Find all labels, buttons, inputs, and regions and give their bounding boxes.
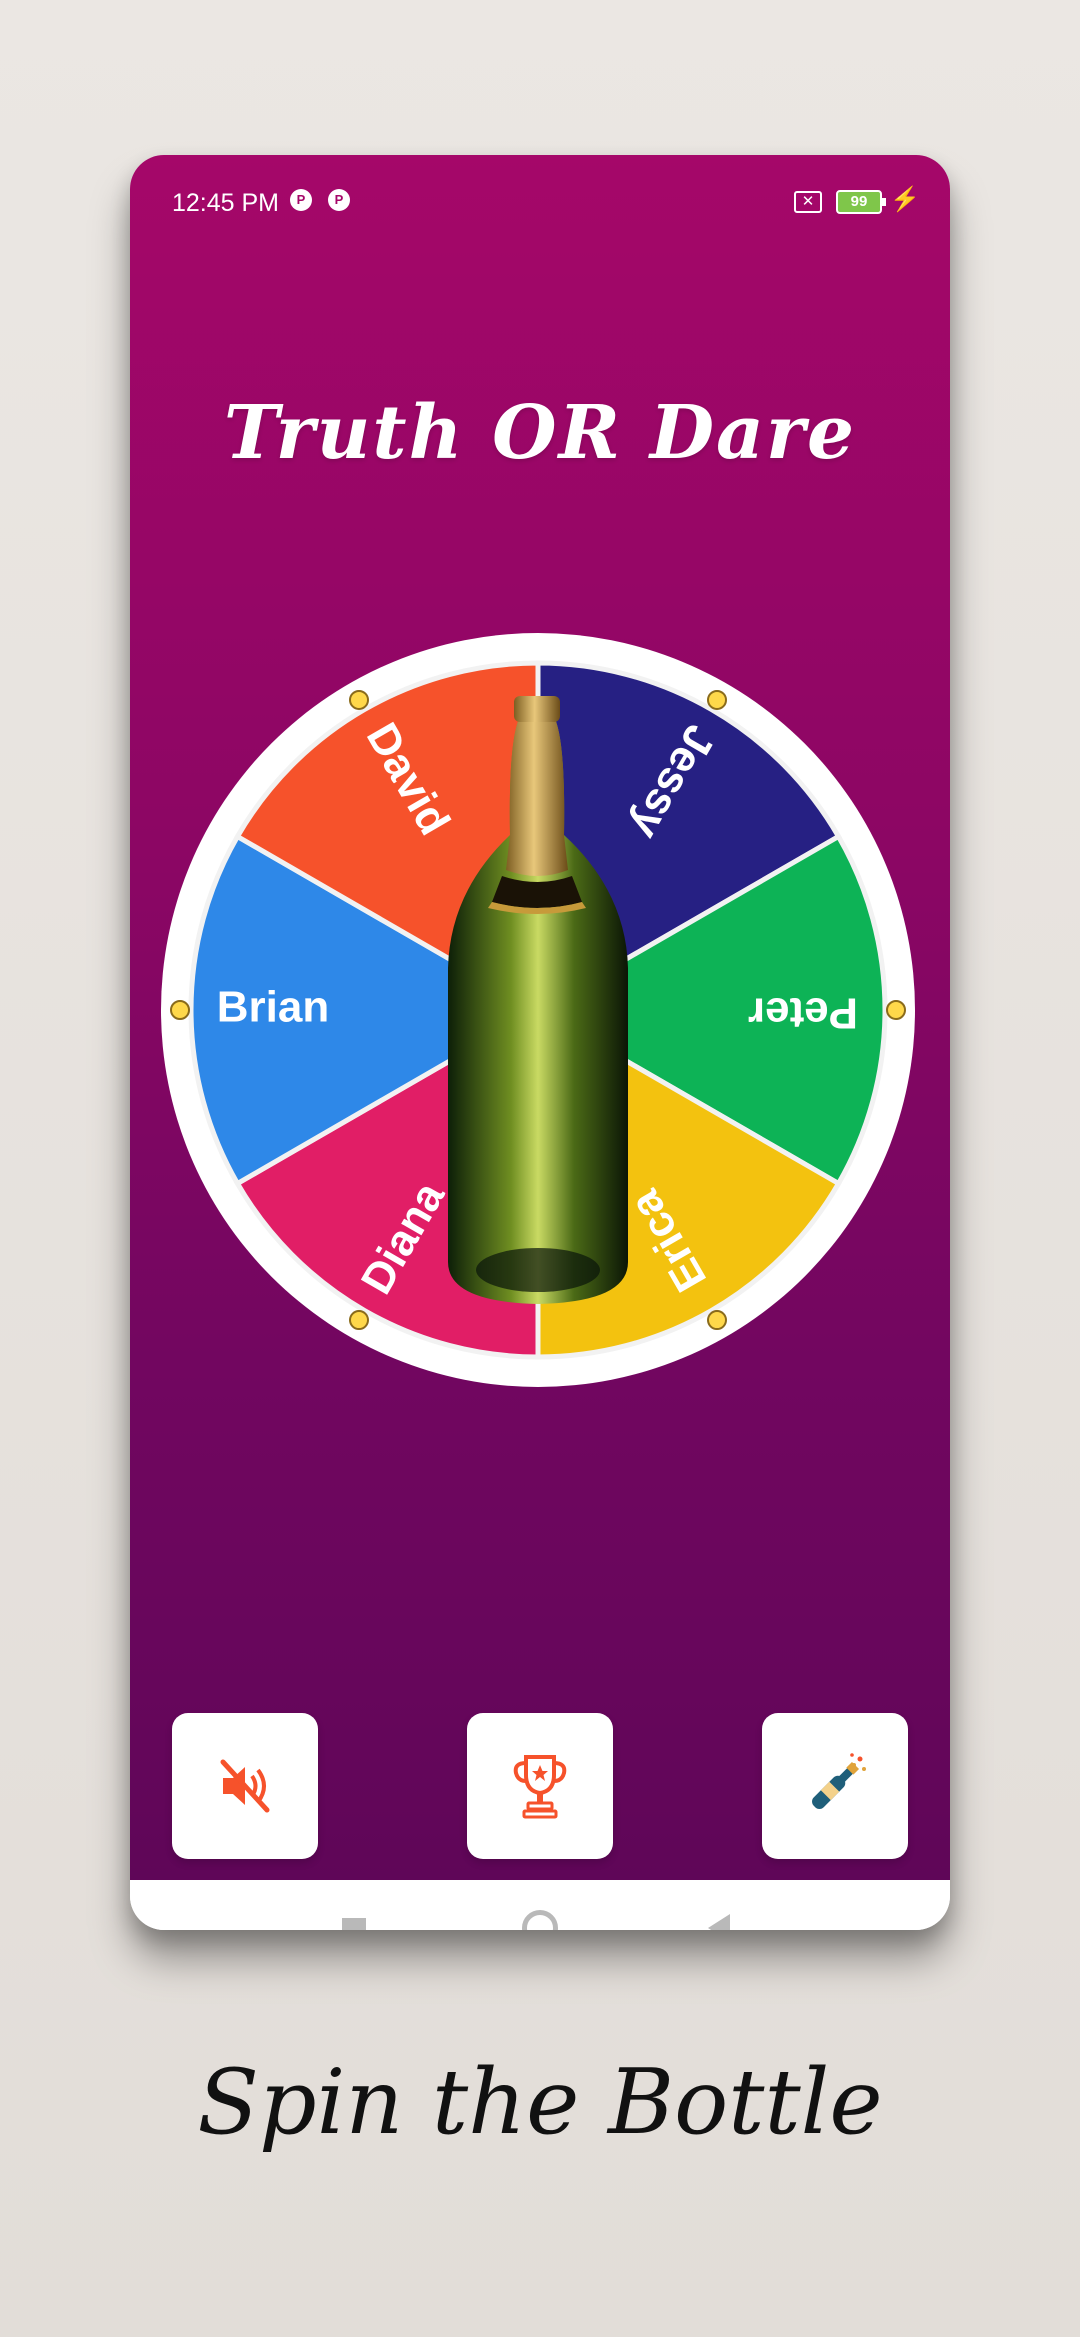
mute-icon [220,1759,270,1813]
wheel-graphic: JessyPeterEricaDianaBrianDavid [161,633,915,1387]
system-nav-bar [130,1880,950,1930]
mute-button[interactable] [172,1713,318,1859]
home-button[interactable] [522,1910,558,1930]
status-bar: 12:45 PM P P ✕ 99 ⚡ [130,155,950,245]
trophy-icon [513,1755,567,1819]
recents-button[interactable] [342,1918,366,1930]
wheel-peg [886,1000,906,1020]
status-time: 12:45 PM [172,189,280,217]
wheel-peg [707,1310,727,1331]
notification-icon: P [290,189,312,211]
wheel-peg [349,1310,369,1331]
wheel-peg [707,689,727,710]
wheel-peg [170,1000,190,1020]
notification-icon: P [328,189,350,211]
champagne-icon [812,1753,866,1809]
phone-frame: 12:45 PM P P ✕ 99 ⚡ Truth OR Dare Jessy P… [130,155,950,1930]
back-button[interactable] [708,1914,730,1930]
leaderboard-button[interactable] [467,1713,613,1859]
player-name-peter: Peter [748,988,858,1037]
spin-wheel[interactable]: Jessy Peter Erica Diana Brian David [158,630,918,1390]
charging-bolt-icon: ⚡ [890,186,920,213]
tagline: Spin the Bottle [197,2050,883,2155]
sim-off-icon: ✕ [794,191,822,213]
player-name-brian: Brian [217,983,329,1032]
wheel-peg [349,689,369,710]
app-screen: 12:45 PM P P ✕ 99 ⚡ Truth OR Dare Jessy P… [130,155,950,1880]
bottle-select-button[interactable] [762,1713,908,1859]
battery-icon: 99 [836,190,886,214]
app-title: Truth OR Dare [223,390,857,476]
